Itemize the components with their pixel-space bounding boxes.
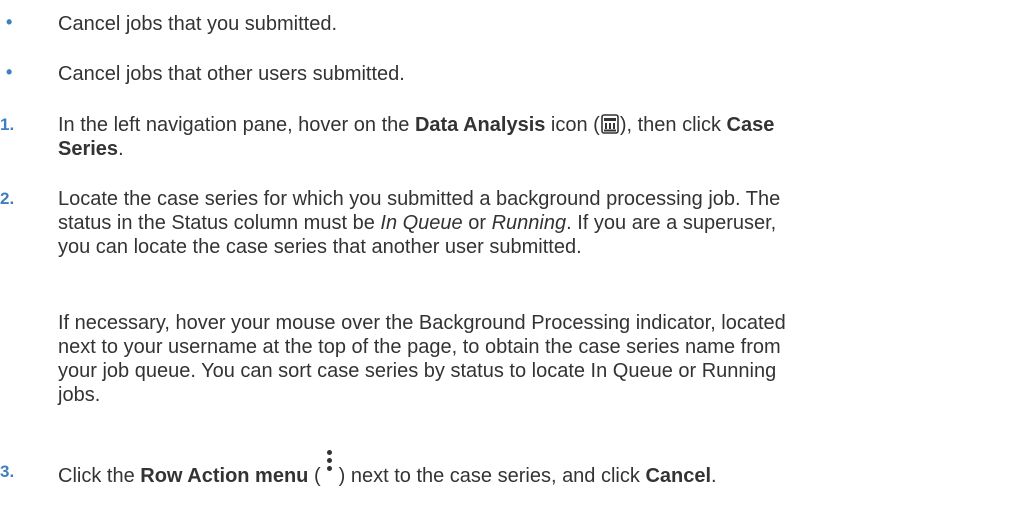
step-text: In the left navigation pane, hover on th… xyxy=(58,113,1032,161)
step-text: Locate the case series for which you sub… xyxy=(58,187,1032,259)
ui-term: Case xyxy=(726,114,775,136)
status-term: In Queue xyxy=(380,212,463,234)
step-line: If necessary, hover your mouse over the … xyxy=(58,312,786,334)
bullet-text: Cancel jobs that you submitted. xyxy=(58,13,338,35)
step-number: 2. xyxy=(0,189,15,208)
ui-term: Series xyxy=(58,138,119,160)
ui-term: Data Analysis xyxy=(414,114,546,136)
data-analysis-icon xyxy=(601,114,619,134)
ui-term: Row Action menu xyxy=(140,465,309,487)
step-line: Series. xyxy=(58,138,124,160)
bullet-marker: • xyxy=(6,62,13,82)
bullet-marker: • xyxy=(6,12,13,32)
step-line: Locate the case series for which you sub… xyxy=(58,188,781,210)
step-line: In the left navigation pane, hover on th… xyxy=(58,114,775,136)
step-line: you can locate the case series that anot… xyxy=(58,236,582,258)
step-text: If necessary, hover your mouse over the … xyxy=(58,311,1032,407)
step-text: Click the Row Action menu () next to the… xyxy=(58,450,1032,488)
kebab-menu-icon xyxy=(321,450,339,484)
step-number: 1. xyxy=(0,115,15,134)
step-number: 3. xyxy=(0,462,15,481)
bullet-text: Cancel jobs that other users submitted. xyxy=(58,63,405,85)
step-line: status in the Status column must be In Q… xyxy=(58,212,777,234)
step-line: jobs. xyxy=(58,384,101,406)
status-term: Running xyxy=(491,212,567,234)
ui-term: Cancel xyxy=(645,465,712,487)
step-line: Click the Row Action menu () next to the… xyxy=(58,450,1032,488)
step-line: next to your username at the top of the … xyxy=(58,336,781,358)
step-line: your job queue. You can sort case series… xyxy=(58,360,777,382)
